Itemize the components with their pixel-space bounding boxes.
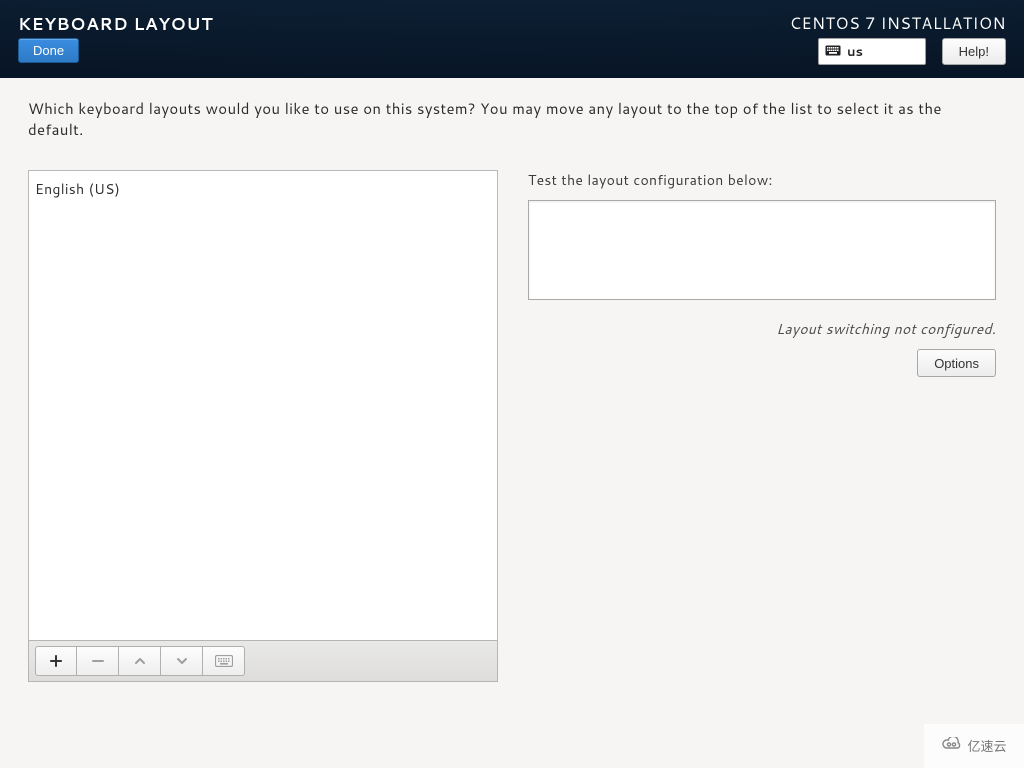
keyboard-icon xyxy=(825,43,841,61)
move-down-button[interactable] xyxy=(161,646,203,676)
switching-note: Layout switching not configured. xyxy=(528,319,996,339)
test-label: Test the layout configuration below: xyxy=(528,170,996,190)
installer-name: CENTOS 7 INSTALLATION xyxy=(790,12,1006,35)
header-bar: KEYBOARD LAYOUT CENTOS 7 INSTALLATION Do… xyxy=(0,0,1024,78)
add-layout-button[interactable] xyxy=(35,646,77,676)
help-button[interactable]: Help! xyxy=(942,38,1006,65)
options-button[interactable]: Options xyxy=(917,349,996,377)
list-item[interactable]: English (US) xyxy=(35,177,491,201)
preview-layout-button[interactable] xyxy=(203,646,245,676)
plus-icon xyxy=(49,654,63,668)
remove-layout-button[interactable] xyxy=(77,646,119,676)
page-title: KEYBOARD LAYOUT xyxy=(18,12,213,36)
keyboard-indicator[interactable]: us xyxy=(818,38,926,65)
cloud-icon xyxy=(941,737,963,756)
chevron-up-icon xyxy=(133,654,147,668)
done-button[interactable]: Done xyxy=(18,38,79,63)
instructions-text: Which keyboard layouts would you like to… xyxy=(28,98,996,140)
layout-list[interactable]: English (US) xyxy=(28,170,498,640)
chevron-down-icon xyxy=(175,654,189,668)
watermark-text: 亿速云 xyxy=(967,736,1006,756)
move-up-button[interactable] xyxy=(119,646,161,676)
keyboard-indicator-label: us xyxy=(847,43,863,61)
layout-toolbar xyxy=(28,640,498,682)
test-input[interactable] xyxy=(528,200,996,300)
keyboard-icon xyxy=(215,655,233,667)
minus-icon xyxy=(91,654,105,668)
watermark: 亿速云 xyxy=(924,724,1024,768)
